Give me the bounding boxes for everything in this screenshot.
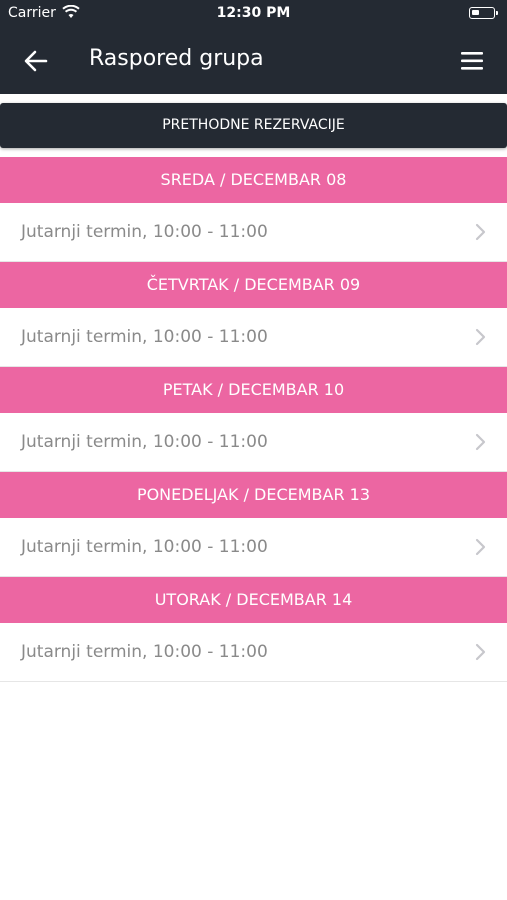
previous-reservations-button[interactable]: PRETHODNE REZERVACIJE xyxy=(0,103,507,148)
day-header: PONEDELJAK / DECEMBAR 13 xyxy=(0,472,507,518)
chevron-right-icon xyxy=(475,223,486,241)
time-slot-row[interactable]: Jutarnji termin, 10:00 - 11:00 xyxy=(0,308,507,367)
time-slot-label: Jutarnji termin, 10:00 - 11:00 xyxy=(21,432,268,452)
top-bar: Carrier 12:30 PM Raspored grupa xyxy=(0,0,507,94)
time-slot-row[interactable]: Jutarnji termin, 10:00 - 11:00 xyxy=(0,518,507,577)
time-slot-label: Jutarnji termin, 10:00 - 11:00 xyxy=(21,642,268,662)
status-time: 12:30 PM xyxy=(216,5,291,21)
battery-icon xyxy=(469,7,498,19)
time-slot-row[interactable]: Jutarnji termin, 10:00 - 11:00 xyxy=(0,623,507,682)
time-slot-label: Jutarnji termin, 10:00 - 11:00 xyxy=(21,327,268,347)
hamburger-menu-icon[interactable] xyxy=(456,46,488,76)
time-slot-label: Jutarnji termin, 10:00 - 11:00 xyxy=(21,537,268,557)
chevron-right-icon xyxy=(475,538,486,556)
day-header: UTORAK / DECEMBAR 14 xyxy=(0,577,507,623)
chevron-right-icon xyxy=(475,433,486,451)
time-slot-label: Jutarnji termin, 10:00 - 11:00 xyxy=(21,222,268,242)
schedule-list: SREDA / DECEMBAR 08 Jutarnji termin, 10:0… xyxy=(0,157,507,682)
time-slot-row[interactable]: Jutarnji termin, 10:00 - 11:00 xyxy=(0,413,507,472)
battery-level xyxy=(472,10,479,15)
day-header: SREDA / DECEMBAR 08 xyxy=(0,157,507,203)
arrow-left-icon[interactable] xyxy=(20,45,52,77)
navigation-bar: Raspored grupa xyxy=(0,28,507,94)
status-bar: Carrier 12:30 PM xyxy=(0,0,507,28)
day-header: ČETVRTAK / DECEMBAR 09 xyxy=(0,262,507,308)
time-slot-row[interactable]: Jutarnji termin, 10:00 - 11:00 xyxy=(0,203,507,262)
day-header: PETAK / DECEMBAR 10 xyxy=(0,367,507,413)
chevron-right-icon xyxy=(475,328,486,346)
page-title: Raspored grupa xyxy=(89,46,264,71)
chevron-right-icon xyxy=(475,643,486,661)
